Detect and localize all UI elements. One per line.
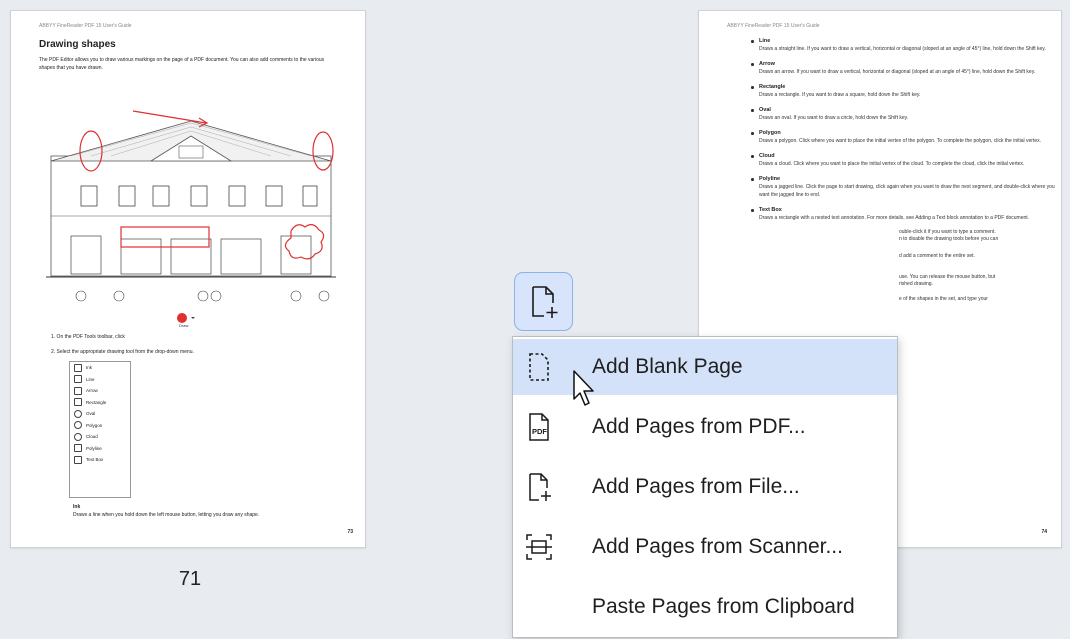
page-footer-number: 74 (1041, 529, 1047, 535)
step-2: 2. Select the appropriate drawing tool f… (51, 349, 194, 355)
list-item: Polyline Draws a jagged line. Click the p… (751, 176, 1055, 198)
drawing-tools-menu: Ink Line Arrow Rectangle Oval Polygon Cl… (69, 361, 131, 498)
page-footer-number: 73 (347, 529, 353, 535)
tool-text-box: Text Box (70, 454, 130, 466)
menu-item-paste-pages-from-clipboard[interactable]: Paste Pages from Clipboard (513, 579, 897, 635)
tool-arrow: Arrow (70, 385, 130, 397)
partial-text: rished drawing. (899, 281, 933, 287)
pdf-file-icon: PDF (529, 413, 549, 441)
tool-description-list: Line Draws a straight line. If you want t… (751, 37, 1055, 303)
file-add-icon (531, 285, 557, 318)
blank-page-icon (529, 353, 549, 381)
tool-oval: Oval (70, 408, 130, 420)
page-header: ABBYY FineReader PDF 15 User's Guide (727, 23, 820, 29)
tool-rectangle: Rectangle (70, 397, 130, 409)
ink-description: Draws a line when you hold down the left… (73, 512, 260, 518)
tool-polyline: Polyline (70, 443, 130, 455)
tool-polygon: Polygon (70, 420, 130, 432)
partial-text: use. You can release the mouse button, b… (899, 274, 996, 280)
tool-ink: Ink (70, 362, 130, 374)
page-number-label: 71 (178, 568, 202, 590)
list-item: Line Draws a straight line. If you want t… (751, 37, 1055, 53)
partial-text: e of the shapes in the set, and type you… (899, 296, 988, 302)
page-thumbnail-71[interactable]: ABBYY FineReader PDF 15 User's Guide Dra… (10, 10, 366, 548)
partial-text: d add a comment to the entire set. (899, 253, 975, 259)
scanner-icon (526, 534, 552, 560)
tool-line: Line (70, 374, 130, 386)
list-item: Arrow Draws an arrow. If you want to draw… (751, 60, 1055, 76)
menu-item-add-pages-from-file[interactable]: Add Pages from File... (513, 459, 897, 515)
menu-item-add-pages-from-pdf[interactable]: PDF Add Pages from PDF... (513, 399, 897, 455)
file-add-icon (529, 473, 551, 501)
list-item: Text Box Draws a rectangle with a nested … (751, 206, 1055, 222)
list-item: Cloud Draws a cloud. Click where you want… (751, 152, 1055, 168)
partial-text: ouble-click it if you want to type a com… (899, 229, 996, 235)
tool-cloud: Cloud (70, 431, 130, 443)
page-heading: Drawing shapes (39, 39, 116, 50)
menu-item-add-pages-from-scanner[interactable]: Add Pages from Scanner... (513, 519, 897, 575)
add-pages-button[interactable] (514, 272, 573, 331)
svg-text:PDF: PDF (532, 427, 547, 436)
step-1: 1. On the PDF Tools toolbar, click (51, 334, 125, 340)
ink-title: Ink (73, 504, 81, 510)
list-item: Polygon Draws a polygon. Click where you … (751, 129, 1055, 145)
page-header: ABBYY FineReader PDF 15 User's Guide (39, 23, 132, 29)
mouse-pointer-icon (573, 370, 594, 406)
menu-item-add-blank-page[interactable]: Add Blank Page (513, 339, 897, 395)
list-item: Rectangle Draws a rectangle. If you want … (751, 83, 1055, 99)
svg-text:Draw: Draw (179, 323, 188, 328)
partial-text: n to disable the drawing tools before yo… (899, 236, 999, 242)
shapes-tool-icon: Draw (173, 311, 197, 334)
ink-section: Ink Draws a line when you hold down the … (73, 503, 353, 519)
house-elevation-drawing (46, 110, 336, 302)
add-pages-menu: Add Blank Page PDF Add Pages from PDF...… (512, 336, 898, 638)
list-item: Oval Draws an oval. If you want to draw a… (751, 106, 1055, 122)
intro-text: The PDF Editor allows you to draw variou… (39, 57, 325, 71)
steps-list: 1. On the PDF Tools toolbar, click 2. Se… (51, 333, 341, 357)
